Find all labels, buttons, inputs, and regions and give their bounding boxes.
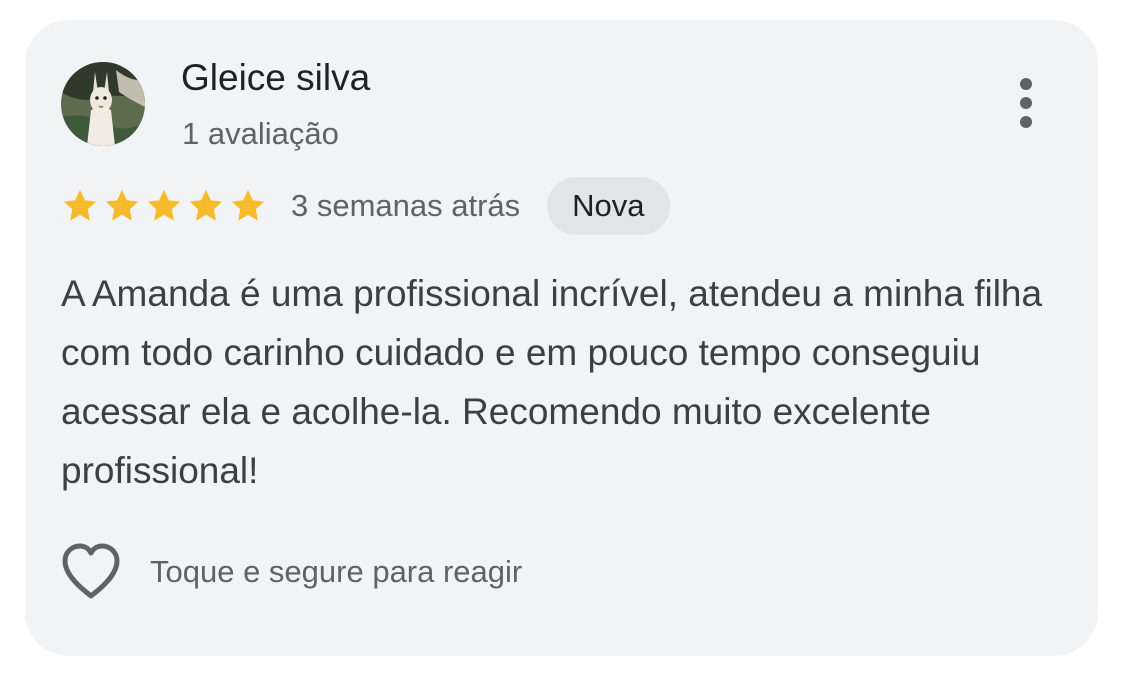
more-vertical-icon-dot [1020, 97, 1032, 109]
avatar-image [61, 62, 145, 146]
reaction-row[interactable]: Toque e segure para reagir [59, 540, 522, 604]
review-card: Gleice silva 1 avaliação 3 semanas atrás… [25, 20, 1098, 656]
new-badge: Nova [547, 177, 670, 235]
author-name[interactable]: Gleice silva [181, 56, 370, 100]
react-hint-label: Toque e segure para reagir [150, 554, 523, 589]
author-review-count[interactable]: 1 avaliação [182, 115, 339, 153]
review-time: 3 semanas atrás [291, 188, 521, 223]
more-vertical-icon [1020, 78, 1032, 90]
more-options-button[interactable] [1005, 74, 1047, 132]
star-icon [187, 187, 225, 225]
author-avatar[interactable] [61, 62, 145, 146]
heart-outline-icon[interactable] [59, 542, 123, 602]
star-icon [229, 187, 267, 225]
review-text: A Amanda é uma profissional incrível, at… [61, 273, 1043, 491]
star-icon [61, 187, 99, 225]
star-rating [61, 187, 271, 225]
star-icon [145, 187, 183, 225]
more-vertical-icon-dot [1020, 116, 1032, 128]
star-icon [103, 187, 141, 225]
rating-row: 3 semanas atrás Nova [61, 177, 670, 235]
